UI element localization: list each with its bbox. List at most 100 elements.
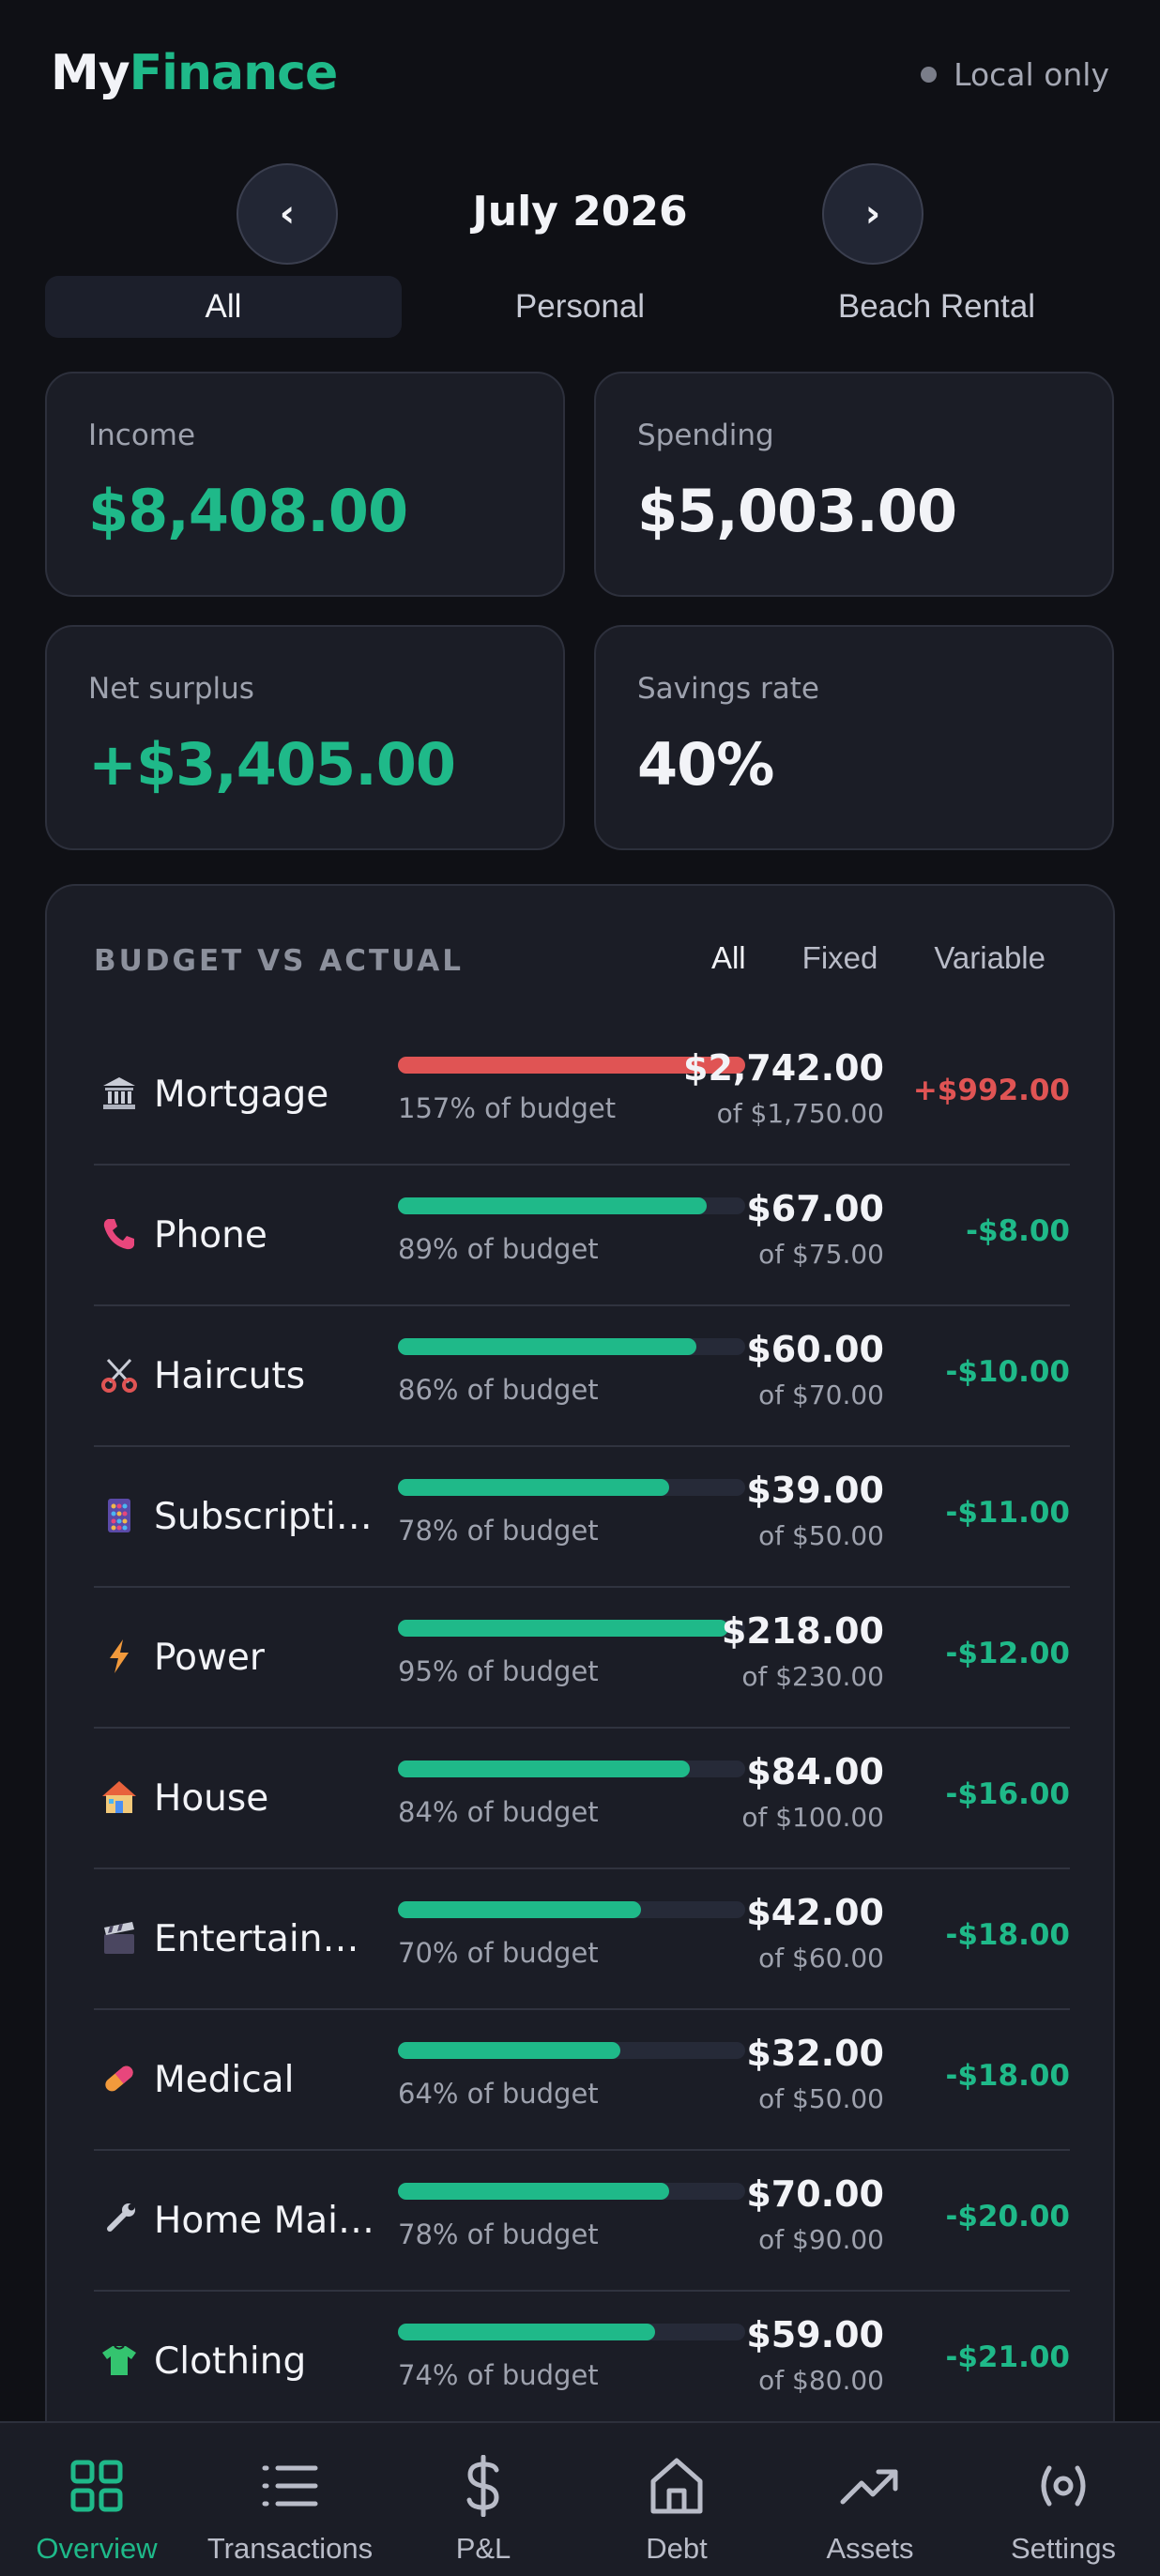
budget-rows: Mortgage 157% of budget $2,742.00 of $1,… [94,1025,1070,2432]
budget-percent: 89% of budget [398,1233,599,1265]
category-name: Haircuts [154,1355,306,1397]
budget-progress-bar [398,1197,745,1214]
status-dot-icon [921,67,938,83]
clapperboard-icon [98,1916,141,1959]
tab-transactions-label: Transactions [206,2532,374,2565]
budget-row[interactable]: Clothing 74% of budget $59.00 of $80.00 … [94,2292,1070,2432]
income-value: $8,408.00 [88,477,408,545]
entity-segmented-control: All Personal Beach Rental [45,276,1115,338]
actual-amount: $32.00 [746,2033,884,2074]
actual-amount: $42.00 [746,1892,884,1933]
segment-all[interactable]: All [45,276,402,338]
budget-percent: 78% of budget [398,1515,599,1547]
segment-personal[interactable]: Personal [402,276,758,338]
scissors-icon [98,1353,141,1396]
budget-row[interactable]: Home Main... 78% of budget $70.00 of $90… [94,2151,1070,2292]
budget-row[interactable]: Haircuts 86% of budget $60.00 of $70.00 … [94,1306,1070,1447]
category-name: House [154,1777,269,1820]
progress-fill [398,1338,697,1355]
filter-all[interactable]: All [711,940,746,976]
budget-percent: 74% of budget [398,2359,599,2391]
budget-row[interactable]: Phone 89% of budget $67.00 of $75.00 -$8… [94,1166,1070,1306]
budget-percent: 95% of budget [398,1655,599,1687]
category-name: Phone [154,1214,267,1257]
budget-percent: 78% of budget [398,2218,599,2250]
category-name: Entertainm... [154,1918,381,1960]
budget-progress-bar [398,1338,745,1355]
budget-percent: 70% of budget [398,1937,599,1969]
budget-difference: -$16.00 [945,1777,1071,1811]
logo-text-finance: Finance [129,45,339,101]
actual-amount: $67.00 [746,1188,884,1229]
budget-difference: -$20.00 [945,2200,1071,2233]
income-card: Income $8,408.00 [45,372,565,597]
budget-panel: BUDGET VS ACTUAL All Fixed Variable Mort… [45,884,1115,2479]
budget-row[interactable]: House 84% of budget $84.00 of $100.00 -$… [94,1729,1070,1869]
progress-fill [398,1761,690,1777]
budget-panel-title: BUDGET VS ACTUAL [94,944,465,978]
progress-fill [398,2042,620,2059]
tab-assets-label: Assets [826,2532,914,2565]
budget-amount: of $50.00 [758,2083,884,2114]
progress-fill [398,1620,728,1637]
tab-assets[interactable]: Assets [773,2423,967,2576]
month-title: July 2026 [472,188,688,236]
budget-amount: of $90.00 [758,2224,884,2255]
filter-variable[interactable]: Variable [934,940,1046,976]
tab-debt[interactable]: Debt [580,2423,773,2576]
app-logo: MyFinance [51,45,339,101]
budget-percent: 157% of budget [398,1092,617,1124]
settings-icon [1041,2465,1086,2507]
budget-amount: of $70.00 [758,1379,884,1410]
home-icon [650,2458,703,2514]
net-surplus-label: Net surplus [88,672,254,706]
budget-percent: 84% of budget [398,1796,599,1828]
budget-amount: of $1,750.00 [716,1098,884,1129]
budget-row[interactable]: Entertainm... 70% of budget $42.00 of $6… [94,1869,1070,2010]
budget-row[interactable]: Medical 64% of budget $32.00 of $50.00 -… [94,2010,1070,2151]
bank-icon [98,1072,141,1115]
budget-amount: of $80.00 [758,2365,884,2396]
income-label: Income [88,419,196,452]
net-surplus-value: +$3,405.00 [88,730,456,799]
tab-settings-label: Settings [1010,2532,1116,2565]
spending-label: Spending [637,419,774,452]
header: MyFinance Local only [0,0,1160,150]
grid-icon [70,2460,123,2512]
tab-transactions[interactable]: Transactions [193,2423,387,2576]
filter-fixed[interactable]: Fixed [802,940,878,976]
category-name: Subscriptions [154,1496,381,1538]
savings-rate-card: Savings rate 40% [594,625,1114,850]
pill-icon [98,2057,141,2100]
budget-difference: -$8.00 [966,1214,1070,1248]
tab-settings[interactable]: Settings [967,2423,1160,2576]
actual-amount: $60.00 [746,1329,884,1370]
category-name: Clothing [154,2340,307,2383]
budget-progress-bar [398,1620,745,1637]
budget-amount: of $75.00 [758,1239,884,1270]
tab-pnl-label: P&L [455,2532,511,2565]
progress-fill [398,2324,655,2340]
actual-amount: $70.00 [746,2173,884,2215]
tab-pnl[interactable]: P&L [387,2423,580,2576]
category-name: Mortgage [154,1074,329,1116]
tab-overview[interactable]: Overview [0,2423,193,2576]
budget-row[interactable]: Mortgage 157% of budget $2,742.00 of $1,… [94,1025,1070,1166]
budget-percent: 86% of budget [398,1374,599,1406]
storage-status: Local only [921,56,1109,93]
actual-amount: $84.00 [746,1751,884,1792]
budget-row[interactable]: Power 95% of budget $218.00 of $230.00 -… [94,1588,1070,1729]
lightning-icon [98,1635,141,1678]
storage-status-label: Local only [954,56,1109,93]
category-name: Home Main... [154,2200,381,2242]
budget-difference: -$18.00 [945,1918,1071,1952]
budget-row[interactable]: Subscriptions 78% of budget $39.00 of $5… [94,1447,1070,1588]
budget-filter-group: All Fixed Variable [655,940,1046,976]
budget-progress-bar [398,2324,745,2340]
actual-amount: $39.00 [746,1470,884,1511]
list-icon [262,2465,318,2507]
progress-fill [398,2183,669,2200]
segment-beach-rental[interactable]: Beach Rental [758,276,1115,338]
budget-progress-bar [398,1479,745,1496]
next-month-button[interactable]: › [822,163,923,265]
